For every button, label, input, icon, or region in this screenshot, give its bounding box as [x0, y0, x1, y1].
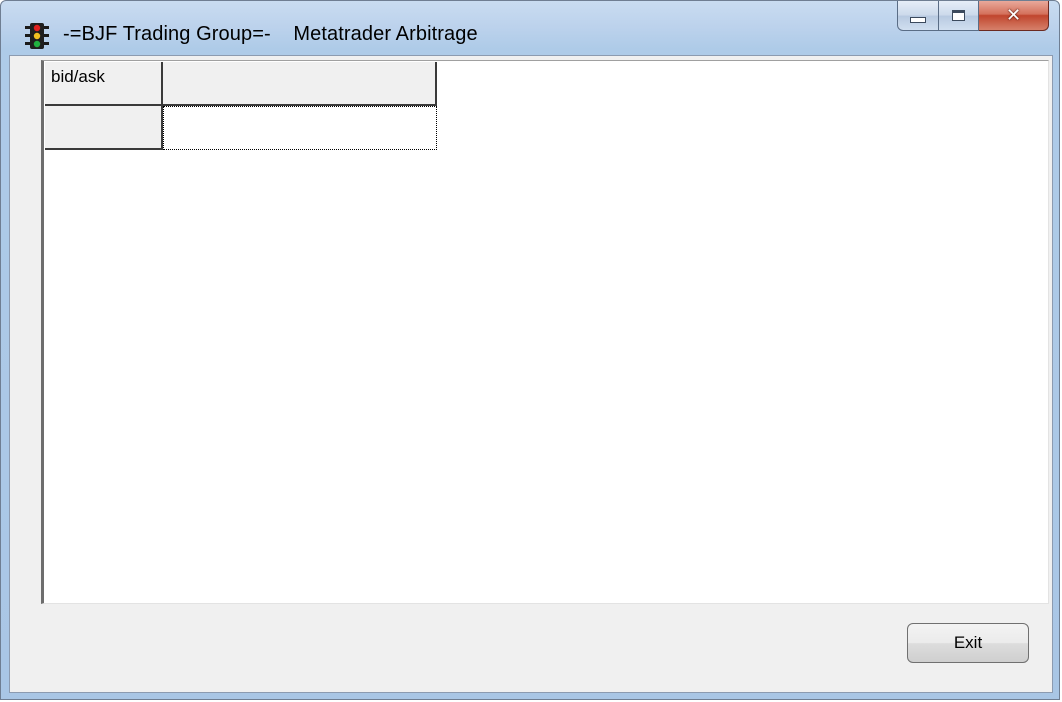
window-title-company: -=BJF Trading Group=- [63, 23, 271, 45]
grid-header-cell-2[interactable] [163, 62, 437, 106]
minimize-icon [910, 16, 926, 23]
quotes-grid[interactable]: bid/ask [41, 60, 1049, 604]
title-bar[interactable]: -=BJF Trading Group=- Metatrader Arbitra… [1, 1, 1059, 55]
close-icon: ✕ [1005, 4, 1022, 26]
traffic-light-icon [25, 23, 49, 49]
close-button[interactable]: ✕ [979, 1, 1049, 31]
exit-button[interactable]: Exit [907, 623, 1029, 663]
window-title: -=BJF Trading Group=- Metatrader Arbitra… [63, 23, 478, 46]
client-area: bid/ask Exit [9, 55, 1053, 693]
caption-buttons: ✕ [897, 1, 1049, 31]
maximize-icon [952, 10, 965, 21]
window-title-app: Metatrader Arbitrage [293, 23, 478, 45]
minimize-button[interactable] [897, 1, 939, 31]
app-window: -=BJF Trading Group=- Metatrader Arbitra… [0, 0, 1060, 700]
grid-header-cell-bid-ask[interactable]: bid/ask [45, 62, 163, 106]
grid-selected-cell[interactable] [163, 106, 437, 150]
maximize-button[interactable] [939, 1, 979, 31]
grid-row-header-cell[interactable] [45, 106, 163, 150]
